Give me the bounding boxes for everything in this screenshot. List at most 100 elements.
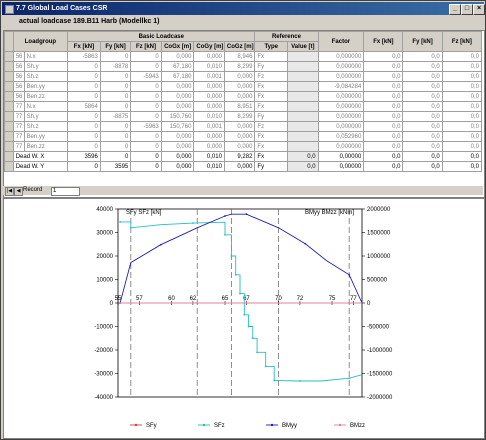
fx2-cell[interactable]: 0,0 — [363, 121, 404, 132]
cogz-cell[interactable]: 8,951 — [223, 101, 256, 112]
cogx-cell[interactable]: 0,000 — [160, 81, 195, 92]
fy2-cell[interactable]: 0,0 — [402, 81, 443, 92]
close-button[interactable]: × — [473, 4, 485, 15]
fx2-cell[interactable]: 0,0 — [363, 101, 404, 112]
frame-cell[interactable]: 77 — [12, 131, 25, 142]
fz-cell[interactable]: 0 — [130, 131, 162, 142]
maximize-button[interactable]: □ — [461, 4, 473, 15]
row-indicator[interactable] — [4, 151, 14, 162]
fy-cell[interactable]: 0 — [99, 71, 132, 82]
factor-cell[interactable]: 0,000000 — [317, 71, 365, 82]
cogy-cell[interactable]: 0,000 — [193, 101, 225, 112]
fx-cell[interactable]: 3596 — [67, 151, 101, 162]
value-cell[interactable] — [287, 111, 319, 122]
fz-cell[interactable]: 0 — [130, 81, 162, 92]
cogy-cell[interactable]: 0,001 — [193, 71, 225, 82]
value-cell[interactable]: 0,0 — [287, 151, 319, 162]
first-record-icon[interactable]: |◀ — [5, 187, 14, 196]
value-cell[interactable] — [287, 101, 319, 112]
fy-cell[interactable]: 0 — [99, 101, 132, 112]
fz-cell[interactable]: 0 — [130, 61, 162, 72]
cogx-cell[interactable]: 0,000 — [160, 151, 195, 162]
type-cell[interactable]: Fx — [254, 151, 289, 162]
fy2-cell[interactable]: 0,0 — [402, 91, 443, 102]
value-cell[interactable] — [287, 61, 319, 72]
factor-cell[interactable]: 0,000000 — [317, 61, 365, 72]
fx-cell[interactable]: 0 — [67, 91, 101, 102]
minimize-button[interactable]: _ — [449, 4, 461, 15]
fy2-cell[interactable]: 0,0 — [402, 151, 443, 162]
fz-cell[interactable]: 0 — [130, 111, 162, 122]
table-row[interactable]: Dead W. X 3596 0 0 0,000 0,010 9,282 Fx 0,0 0,000… — [4, 151, 483, 162]
loadgroup-cell[interactable]: Sh.z — [23, 71, 69, 82]
frame-cell[interactable]: 56 — [12, 61, 25, 72]
fy-cell[interactable]: -8875 — [99, 111, 132, 122]
table-row[interactable]: Dead W. Y 0 3595 0 0,000 0,010 0,000 Fy 0,0 0,000… — [4, 161, 483, 172]
row-indicator[interactable] — [4, 61, 14, 72]
loadgroup-cell[interactable]: Ben.yy — [23, 81, 69, 92]
fx2-cell[interactable]: 0,0 — [363, 111, 404, 122]
type-cell[interactable]: Fy — [254, 111, 289, 122]
cogx-cell[interactable]: 0,000 — [160, 51, 195, 62]
fz-cell[interactable]: 0 — [130, 151, 162, 162]
row-indicator[interactable] — [4, 121, 14, 132]
type-cell[interactable]: Fx — [254, 51, 289, 62]
frame-cell[interactable]: 77 — [12, 121, 25, 132]
fx-cell[interactable]: 0 — [67, 81, 101, 92]
fx2-cell[interactable]: 0,0 — [363, 161, 404, 172]
col-header-fz2[interactable]: Fz [kN] — [441, 31, 483, 52]
col-header-fz[interactable]: Fz [kN] — [130, 41, 162, 52]
fz2-cell[interactable]: 0,0 — [441, 151, 483, 162]
fz-cell[interactable]: -5943 — [130, 71, 162, 82]
col-header-type[interactable]: Type — [254, 41, 289, 52]
fz2-cell[interactable]: 0,0 — [441, 81, 483, 92]
cogy-cell[interactable]: 0,010 — [193, 111, 225, 122]
type-cell[interactable]: Fx — [254, 81, 289, 92]
fy2-cell[interactable]: 0,0 — [402, 161, 443, 172]
cogz-cell[interactable]: 8,946 — [223, 51, 256, 62]
col-header-fx[interactable]: Fx [kN] — [67, 41, 101, 52]
factor-cell[interactable]: 0,00000 — [317, 161, 365, 172]
fz2-cell[interactable]: 0,0 — [441, 61, 483, 72]
cogz-cell[interactable]: 0,000 — [223, 141, 256, 152]
fy2-cell[interactable]: 0,0 — [402, 131, 443, 142]
table-row[interactable]: 56 Ben.yy 0 0 0 0,000 0,000 0,000 Fx -9,084284 0,0… — [4, 81, 483, 92]
cogz-cell[interactable]: 9,282 — [223, 151, 256, 162]
cogy-cell[interactable]: 0,010 — [193, 151, 225, 162]
type-cell[interactable]: Fy — [254, 161, 289, 172]
fy-cell[interactable]: 0 — [99, 81, 132, 92]
table-row[interactable]: 56 Sh.z 0 0 -5943 67,180 0,001 0,000 Fz 0,000000 0… — [4, 71, 483, 82]
fy-cell[interactable]: 0 — [99, 51, 132, 62]
fy2-cell[interactable]: 0,0 — [402, 101, 443, 112]
factor-cell[interactable]: 0,000000 — [317, 141, 365, 152]
table-row[interactable]: 56 N.x -5863 0 0 0,000 0,000 8,946 Fx 0,000000 0,0… — [4, 51, 483, 62]
loadgroup-cell[interactable]: Dead W. X — [12, 151, 69, 162]
row-indicator[interactable] — [4, 101, 14, 112]
frame-cell[interactable]: 77 — [12, 141, 25, 152]
factor-cell[interactable]: 0,000000 — [317, 101, 365, 112]
loadgroup-cell[interactable]: Dead W. Y — [12, 161, 69, 172]
fx-cell[interactable]: 0 — [67, 71, 101, 82]
fx-cell[interactable]: 5864 — [67, 101, 101, 112]
fz2-cell[interactable]: 0,0 — [441, 51, 483, 62]
fz-cell[interactable]: 0 — [130, 141, 162, 152]
frame-cell[interactable]: 77 — [12, 101, 25, 112]
frame-cell[interactable]: 77 — [12, 111, 25, 122]
cogy-cell[interactable]: 0,000 — [193, 91, 225, 102]
cogy-cell[interactable]: 0,000 — [193, 141, 225, 152]
fz2-cell[interactable]: 0,0 — [441, 141, 483, 152]
loadcase-grid[interactable]: Loadgroup Basic Loadcase Reference Facto… — [3, 30, 485, 198]
fy-cell[interactable]: -8878 — [99, 61, 132, 72]
fz-cell[interactable]: -5963 — [130, 121, 162, 132]
cogx-cell[interactable]: 0,000 — [160, 141, 195, 152]
fx2-cell[interactable]: 0,0 — [363, 131, 404, 142]
fx-cell[interactable]: -5863 — [67, 51, 101, 62]
table-row[interactable]: 56 Sh.y 0 -8878 0 67,180 0,010 8,299 Fy 0,000000 0… — [4, 61, 483, 72]
cogz-cell[interactable]: 8,299 — [223, 61, 256, 72]
cogz-cell[interactable]: 8,299 — [223, 111, 256, 122]
fx-cell[interactable]: 0 — [67, 111, 101, 122]
fy2-cell[interactable]: 0,0 — [402, 71, 443, 82]
table-row[interactable]: 56 Ben.zz 0 0 0 0,000 0,000 0,000 Fx 0,000000 0,0 0… — [4, 91, 483, 102]
loadgroup-cell[interactable]: Sh.y — [23, 61, 69, 72]
factor-cell[interactable]: -9,084284 — [317, 81, 365, 92]
